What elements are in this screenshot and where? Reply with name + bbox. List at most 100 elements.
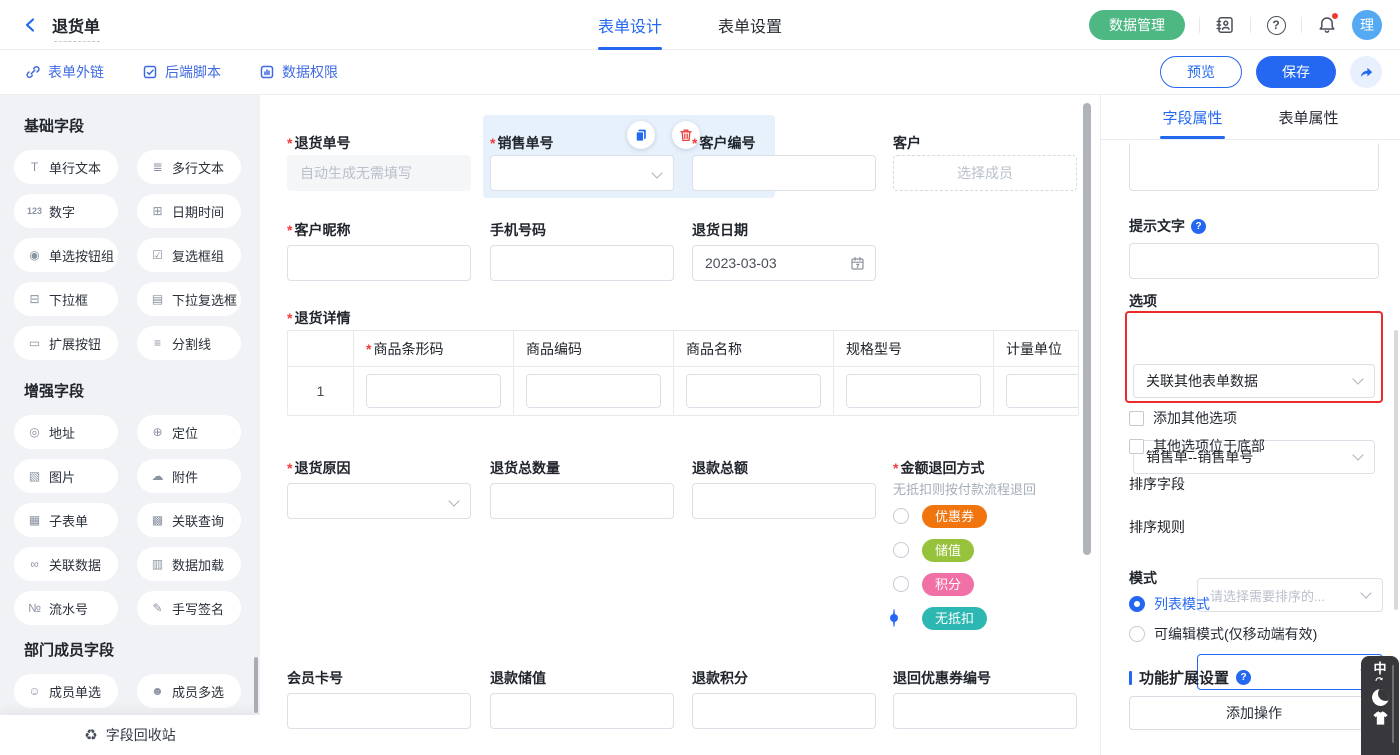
help-question-icon[interactable]: ? [1236, 670, 1251, 685]
palette-item-member-single[interactable]: ☺成员单选 [14, 674, 118, 708]
data-permission-button[interactable]: 数据权限 [259, 62, 338, 82]
palette-item-linked-data[interactable]: ∞关联数据 [14, 547, 118, 581]
subtable-cell-input[interactable] [846, 374, 981, 408]
field-nickname-input[interactable] [287, 245, 471, 281]
field-total-quantity-input[interactable] [490, 483, 674, 519]
field-sales-no-select[interactable] [490, 155, 674, 191]
palette-item-linked-query[interactable]: ▩关联查询 [137, 503, 241, 537]
tab-form-design[interactable]: 表单设计 [598, 0, 662, 50]
field-refund-points-input[interactable] [692, 693, 876, 729]
field-refund-stored-input[interactable] [490, 693, 674, 729]
palette-item-member-multi[interactable]: ☻成员多选 [137, 674, 241, 708]
data-manage-button[interactable]: 数据管理 [1089, 10, 1185, 40]
field-customer-no-input[interactable] [692, 155, 876, 191]
palette-item-multi-line-text[interactable]: ≣多行文本 [137, 150, 241, 184]
contacts-icon[interactable] [1214, 14, 1236, 36]
subtable-row: 1 [288, 367, 1079, 415]
palette-item-address[interactable]: ◎地址 [14, 415, 118, 449]
back-button[interactable] [22, 16, 40, 34]
palette-item-location[interactable]: ⊕定位 [137, 415, 241, 449]
palette-item-data-load[interactable]: ▥数据加载 [137, 547, 241, 581]
checkbox-other-option-bottom[interactable]: 其他选项位于底部 [1129, 436, 1265, 456]
subtable-cell-input[interactable] [366, 374, 501, 408]
hint-text-input[interactable] [1129, 243, 1379, 279]
subtable-cell-input[interactable] [1006, 374, 1079, 408]
field-return-no-input[interactable]: 自动生成无需填写 [287, 155, 471, 191]
add-action-button[interactable]: 添加操作 [1129, 696, 1379, 730]
extension-settings-heading: 功能扩展设置 ? [1129, 667, 1251, 688]
dark-mode-moon-icon[interactable] [1372, 689, 1389, 706]
canvas-scrollbar[interactable] [1083, 103, 1091, 555]
hint-text-label: 提示文字 ? [1129, 216, 1206, 236]
radio-list-mode[interactable]: 列表模式 [1129, 594, 1210, 614]
palette-item-select[interactable]: ⊟下拉框 [14, 282, 118, 316]
field-recycle-bin[interactable]: ♻ 字段回收站 [0, 715, 260, 755]
option-tag-points[interactable]: 积分 [922, 573, 974, 596]
palette-item-extend-button[interactable]: ▭扩展按钮 [14, 326, 118, 360]
field-return-reason-select[interactable] [287, 483, 471, 519]
share-arrow-icon [1358, 64, 1374, 80]
tab-form-properties[interactable]: 表单属性 [1279, 95, 1339, 139]
section-title-enhanced-fields: 增强字段 [24, 380, 260, 401]
subtable-cell-input[interactable] [526, 374, 661, 408]
palette-item-number[interactable]: 123数字 [14, 194, 118, 228]
palette-item-serial-number[interactable]: №流水号 [14, 591, 118, 625]
option-tag-coupon[interactable]: 优惠券 [922, 505, 987, 528]
link-icon [25, 64, 41, 80]
radio-points[interactable] [893, 576, 909, 592]
field-return-date-input[interactable]: 2023-03-03 [692, 245, 876, 281]
palette-item-multi-select[interactable]: ▤下拉复选框 [137, 282, 241, 316]
theme-shirt-icon[interactable] [1372, 711, 1389, 726]
title-input-partial[interactable] [1129, 143, 1379, 191]
user-avatar[interactable]: 理 [1352, 10, 1382, 40]
location-icon: ⊕ [149, 425, 166, 439]
sidebar-scrollbar[interactable] [254, 657, 258, 713]
panel-scrollbar[interactable] [1394, 330, 1398, 610]
field-customer-picker[interactable]: 选择成员 [893, 155, 1077, 191]
field-mobile-input[interactable] [490, 245, 674, 281]
palette-item-checkbox-group[interactable]: ☑复选框组 [137, 238, 241, 272]
field-label-return-no: 退货单号 [287, 133, 350, 153]
palette-item-attachment[interactable]: ☁附件 [137, 459, 241, 493]
palette-item-date-time[interactable]: ⊞日期时间 [137, 194, 241, 228]
share-button[interactable] [1350, 56, 1382, 88]
palette-item-radio-group[interactable]: ◉单选按钮组 [14, 238, 118, 272]
help-question-icon[interactable]: ? [1191, 219, 1206, 234]
save-button[interactable]: 保存 [1256, 56, 1336, 88]
radio-editable-mode[interactable]: 可编辑模式(仅移动端有效) [1129, 624, 1317, 644]
field-coupon-no-input[interactable] [893, 693, 1077, 729]
external-link-button[interactable]: 表单外链 [25, 62, 104, 82]
field-label-customer-no: 客户编号 [692, 133, 755, 153]
palette-item-divider[interactable]: ≡分割线 [137, 326, 241, 360]
preview-button[interactable]: 预览 [1160, 56, 1242, 88]
subtable-cell-input[interactable] [686, 374, 821, 408]
divider [1301, 17, 1302, 33]
backend-script-button[interactable]: 后端脚本 [142, 62, 221, 82]
option-source-select[interactable]: 关联其他表单数据 [1133, 364, 1375, 398]
option-tag-stored-value[interactable]: 储值 [922, 539, 974, 562]
field-refund-total-input[interactable] [692, 483, 876, 519]
palette-item-single-line-text[interactable]: T单行文本 [14, 150, 118, 184]
main-body: 基础字段 T单行文本 ≣多行文本 123数字 ⊞日期时间 ◉单选按钮组 ☑复选框… [0, 95, 1400, 755]
linked-query-icon: ▩ [149, 513, 166, 527]
checkbox-add-other-option[interactable]: 添加其他选项 [1129, 408, 1237, 428]
chevron-down-icon [1352, 449, 1363, 460]
sort-field-select[interactable]: 请选择需要排序的... [1197, 578, 1383, 612]
radio-coupon[interactable] [893, 508, 909, 524]
help-icon[interactable]: ? [1265, 14, 1287, 36]
palette-item-label: 手写签名 [172, 599, 224, 618]
tab-field-properties[interactable]: 字段属性 [1162, 95, 1222, 139]
palette-item-image[interactable]: ▧图片 [14, 459, 118, 493]
subtable-return-detail[interactable]: 商品条形码 商品编码 商品名称 规格型号 计量单位 1 [287, 330, 1079, 416]
field-label-customer: 客户 [893, 133, 921, 153]
copy-field-button[interactable] [627, 121, 655, 149]
field-member-card-input[interactable] [287, 693, 471, 729]
notification-bell-icon[interactable] [1316, 14, 1338, 36]
tab-form-settings[interactable]: 表单设置 [718, 0, 782, 50]
radio-no-deduction[interactable] [893, 609, 895, 627]
option-tag-no-deduction[interactable]: 无抵扣 [922, 607, 987, 630]
radio-stored-value[interactable] [893, 542, 909, 558]
language-toggle[interactable]: 中 [1373, 662, 1386, 684]
palette-item-subform[interactable]: ▦子表单 [14, 503, 118, 537]
palette-item-signature[interactable]: ✎手写签名 [137, 591, 241, 625]
